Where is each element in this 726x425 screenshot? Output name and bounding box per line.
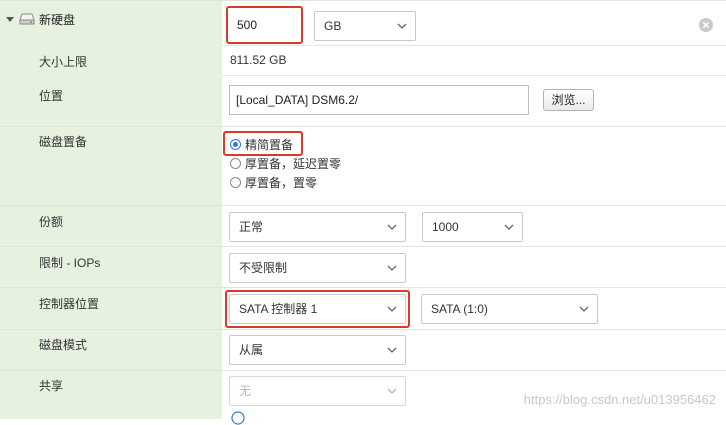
disk-unit-select[interactable]: GB bbox=[314, 11, 416, 41]
radio-button[interactable] bbox=[230, 176, 241, 188]
provisioning-option-thick-lazy[interactable]: 厚置备，延迟置零 bbox=[230, 155, 341, 171]
controller-port-value: SATA (1:0) bbox=[431, 302, 488, 316]
highlight-controller bbox=[225, 290, 410, 328]
sharing-select[interactable]: 无 bbox=[229, 376, 406, 406]
disk-mode-label: 磁盘模式 bbox=[39, 338, 88, 352]
disk-mode-select[interactable]: 从属 bbox=[229, 335, 406, 365]
location-label: 位置 bbox=[39, 89, 64, 103]
row-divider bbox=[0, 205, 726, 206]
row-divider bbox=[0, 246, 726, 247]
provisioning-label: 磁盘置备 bbox=[39, 135, 88, 149]
row-divider bbox=[222, 45, 726, 46]
disk-header[interactable]: 新硬盘 bbox=[6, 11, 75, 27]
location-input[interactable]: [Local_DATA] DSM6.2/ bbox=[229, 85, 529, 115]
row-divider bbox=[0, 126, 726, 127]
chevron-down-icon bbox=[504, 224, 514, 230]
option-label: 厚置备，置零 bbox=[245, 175, 318, 190]
row-divider bbox=[222, 75, 726, 76]
watermark: https://blog.csdn.net/u013956462 bbox=[523, 392, 716, 407]
chevron-down-icon bbox=[387, 388, 397, 394]
sharing-label: 共享 bbox=[39, 379, 64, 393]
highlight-thin-provisioning bbox=[223, 131, 303, 156]
row-divider bbox=[0, 329, 726, 330]
max-size-value: 811.52 GB bbox=[230, 53, 287, 67]
disk-title: 新硬盘 bbox=[39, 12, 76, 27]
radio-button[interactable] bbox=[230, 157, 241, 169]
shares-value: 正常 bbox=[239, 220, 264, 234]
shares-number-select[interactable]: 1000 bbox=[422, 212, 523, 242]
max-size-label: 大小上限 bbox=[39, 55, 88, 69]
info-icon bbox=[231, 411, 245, 425]
disk-unit-value: GB bbox=[324, 19, 342, 33]
hard-disk-icon bbox=[19, 13, 35, 25]
controller-label: 控制器位置 bbox=[39, 297, 100, 311]
chevron-down-icon bbox=[579, 306, 589, 312]
highlight-size bbox=[226, 6, 303, 44]
browse-button[interactable]: 浏览... bbox=[543, 89, 594, 111]
chevron-down-icon bbox=[397, 23, 407, 29]
row-divider bbox=[0, 370, 726, 371]
shares-number-value: 1000 bbox=[432, 220, 459, 234]
label-column bbox=[0, 0, 222, 419]
caret-down-icon[interactable] bbox=[6, 15, 14, 23]
provisioning-option-thick-eager[interactable]: 厚置备，置零 bbox=[230, 174, 317, 190]
iops-select[interactable]: 不受限制 bbox=[229, 253, 406, 283]
shares-select[interactable]: 正常 bbox=[229, 212, 406, 242]
iops-value: 不受限制 bbox=[239, 261, 288, 275]
remove-circle-icon[interactable] bbox=[699, 18, 713, 32]
sharing-value: 无 bbox=[239, 384, 252, 398]
chevron-down-icon bbox=[387, 265, 397, 271]
iops-label: 限制 - IOPs bbox=[39, 256, 101, 270]
shares-label: 份额 bbox=[39, 215, 64, 229]
disk-mode-value: 从属 bbox=[239, 343, 264, 357]
row-divider bbox=[0, 0, 726, 1]
controller-port-select[interactable]: SATA (1:0) bbox=[421, 294, 598, 324]
chevron-down-icon bbox=[387, 347, 397, 353]
option-label: 厚置备，延迟置零 bbox=[245, 156, 342, 171]
chevron-down-icon bbox=[387, 224, 397, 230]
row-divider bbox=[0, 287, 726, 288]
